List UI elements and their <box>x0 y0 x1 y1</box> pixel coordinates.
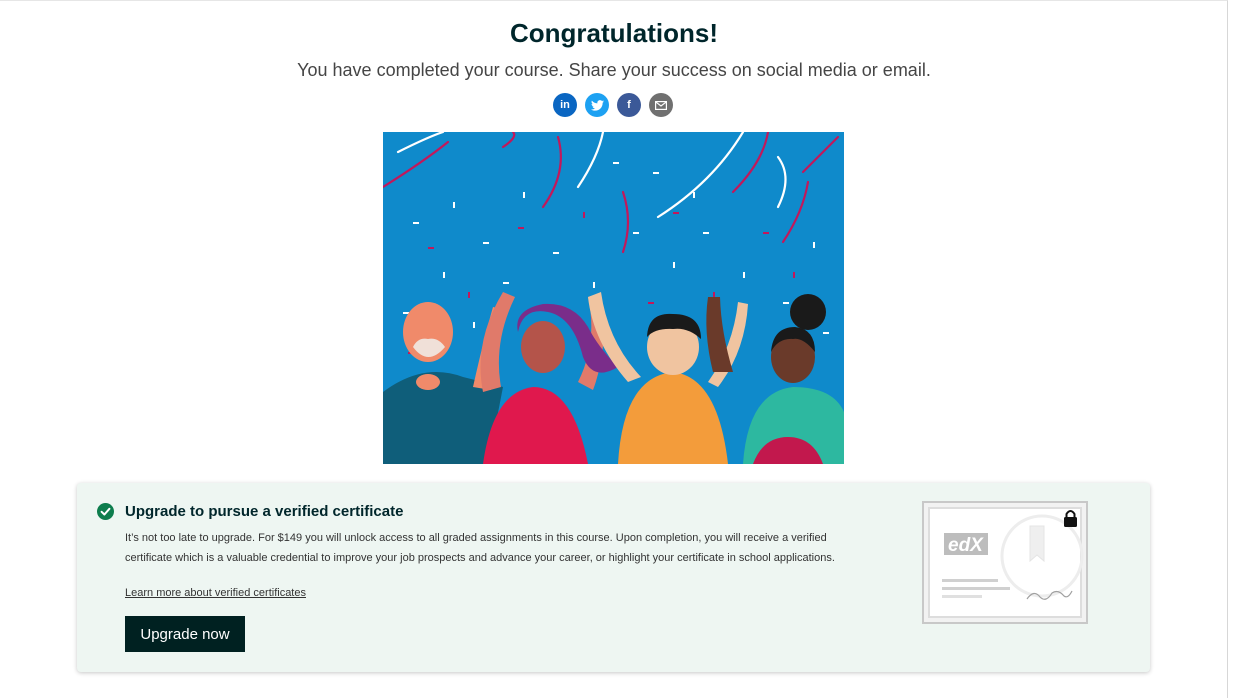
upgrade-now-button[interactable]: Upgrade now <box>125 616 245 652</box>
linkedin-glyph: in <box>560 99 570 111</box>
completion-message: You have completed your course. Share yo… <box>297 60 931 80</box>
upgrade-description: It’s not too late to upgrade. For $149 y… <box>125 532 835 564</box>
check-circle-icon <box>97 503 114 520</box>
upgrade-heading: Upgrade to pursue a verified certificate <box>125 503 404 520</box>
twitter-bird <box>590 99 604 111</box>
facebook-icon[interactable]: f <box>617 93 641 117</box>
email-icon[interactable] <box>649 93 673 117</box>
learn-more-link[interactable]: Learn more about verified certificates <box>125 587 306 599</box>
envelope-glyph <box>655 100 667 110</box>
page-title: Congratulations! <box>510 18 718 48</box>
social-share-bar: in f <box>553 93 673 117</box>
certificate-logo: edX <box>948 535 984 556</box>
upgrade-banner: Upgrade to pursue a verified certificate… <box>77 483 1150 672</box>
facebook-glyph: f <box>627 99 631 111</box>
twitter-icon[interactable] <box>585 93 609 117</box>
linkedin-icon[interactable]: in <box>553 93 577 117</box>
celebration-illustration <box>383 132 844 464</box>
certificate-image: edX <box>922 501 1088 624</box>
